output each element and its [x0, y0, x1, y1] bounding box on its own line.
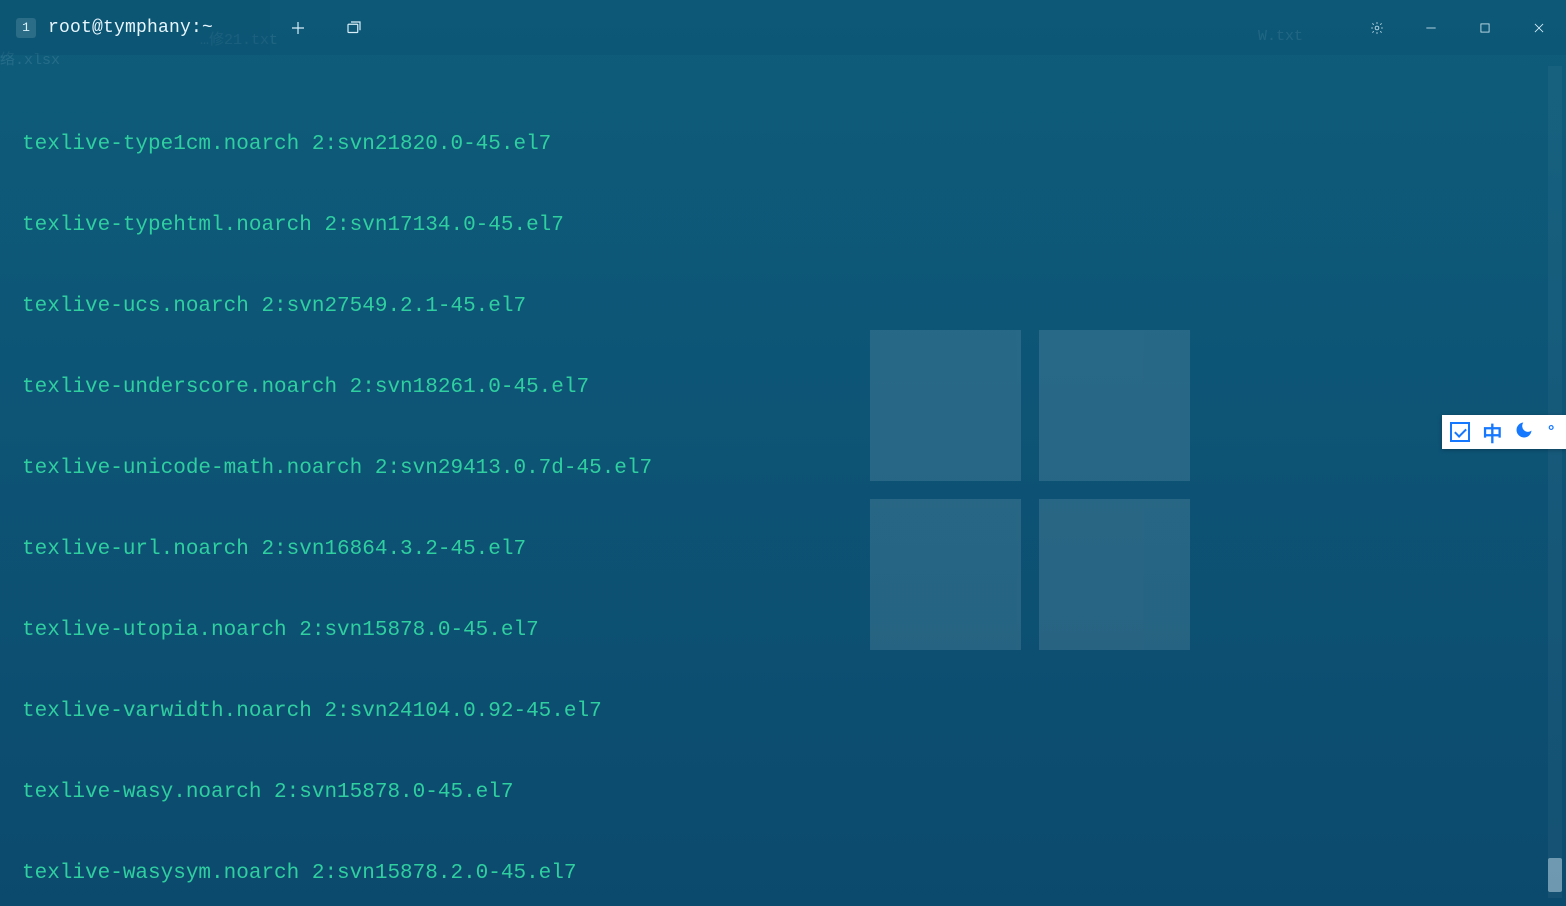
window-titlebar: 1 root@tymphany:~	[0, 0, 1566, 55]
ime-language-toggle[interactable]: 中	[1482, 418, 1502, 447]
package-line: texlive-type1cm.noarch 2:svn21820.0-45.e…	[22, 131, 1544, 158]
plus-icon	[289, 19, 307, 37]
tab-overview-button[interactable]	[326, 0, 382, 55]
package-line: texlive-varwidth.noarch 2:svn24104.0.92-…	[22, 698, 1544, 725]
package-line: texlive-typehtml.noarch 2:svn17134.0-45.…	[22, 212, 1544, 239]
ime-check-icon[interactable]	[1450, 422, 1470, 442]
package-line: texlive-wasysym.noarch 2:svn15878.2.0-45…	[22, 860, 1544, 887]
window-stack-icon	[345, 19, 363, 37]
package-line: texlive-url.noarch 2:svn16864.3.2-45.el7	[22, 536, 1544, 563]
package-line: texlive-wasy.noarch 2:svn15878.0-45.el7	[22, 779, 1544, 806]
maximize-icon	[1478, 21, 1492, 35]
terminal-tab[interactable]: 1 root@tymphany:~	[0, 0, 270, 55]
minimize-button[interactable]	[1404, 0, 1458, 55]
minimize-icon	[1424, 21, 1438, 35]
settings-button[interactable]	[1350, 0, 1404, 55]
ime-moon-icon[interactable]	[1514, 420, 1534, 445]
package-line: texlive-ucs.noarch 2:svn27549.2.1-45.el7	[22, 293, 1544, 320]
tab-index-badge: 1	[16, 18, 36, 38]
ime-toolbar[interactable]: 中 °	[1442, 415, 1566, 449]
gear-icon	[1370, 21, 1384, 35]
ime-more-icon[interactable]: °	[1546, 423, 1556, 441]
terminal-scrollbar[interactable]	[1548, 66, 1562, 898]
close-button[interactable]	[1512, 0, 1566, 55]
package-line: texlive-underscore.noarch 2:svn18261.0-4…	[22, 374, 1544, 401]
tab-title: root@tymphany:~	[48, 18, 213, 38]
package-line: texlive-unicode-math.noarch 2:svn29413.0…	[22, 455, 1544, 482]
package-line: texlive-utopia.noarch 2:svn15878.0-45.el…	[22, 617, 1544, 644]
close-icon	[1532, 21, 1546, 35]
maximize-button[interactable]	[1458, 0, 1512, 55]
scrollbar-thumb[interactable]	[1548, 858, 1562, 892]
new-tab-button[interactable]	[270, 0, 326, 55]
terminal-viewport[interactable]: texlive-type1cm.noarch 2:svn21820.0-45.e…	[0, 55, 1566, 906]
